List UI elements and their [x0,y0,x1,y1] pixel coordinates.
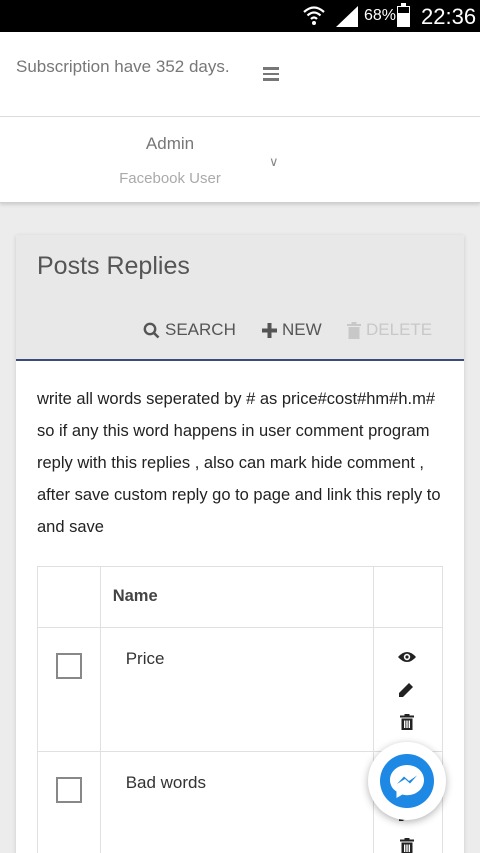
user-panel[interactable]: Admin Facebook User ∨ [0,117,480,203]
trash-icon[interactable] [400,714,415,730]
subscription-text: Subscription have 352 days. [16,57,230,76]
trash-icon[interactable] [400,838,415,853]
messenger-chat-button[interactable] [368,742,446,820]
row-checkbox[interactable] [56,653,82,679]
row-name: Bad words [125,773,207,792]
messenger-icon [380,754,434,808]
search-icon [143,322,160,338]
user-role: Facebook User [119,170,221,187]
trash-icon [347,321,361,339]
panel-header: Posts Replies SEARCH NEW DELETE [16,235,464,361]
table-header-row: Name [38,567,442,628]
signal-icon [336,6,358,27]
search-label: SEARCH [165,320,236,339]
battery-percent: 68% [364,7,397,24]
status-bar: 68% 22:36 [0,0,480,32]
help-text: write all words seperated by # as price#… [37,390,441,536]
pencil-icon[interactable] [398,682,414,698]
plus-icon [262,322,277,338]
header-actions-column [374,567,442,627]
row-name: Price [125,649,165,668]
clock: 22:36 [421,4,477,29]
column-header-name: Name [112,587,158,605]
page-title: Posts Replies [37,252,190,280]
battery-icon [397,3,410,27]
top-bar: Subscription have 352 days. [0,32,480,117]
delete-label: DELETE [366,320,433,339]
new-label: NEW [282,320,322,339]
table-row: Price [38,628,442,752]
chevron-down-icon[interactable]: ∨ [269,154,279,170]
eye-icon[interactable] [398,651,417,663]
delete-button[interactable]: DELETE [347,320,432,340]
wifi-icon [303,6,325,25]
header-select-column [38,567,101,627]
hamburger-menu-icon[interactable] [263,67,279,81]
user-name: Admin [145,134,195,153]
header-name-column: Name [101,567,375,627]
new-button[interactable]: NEW [262,320,322,340]
search-button[interactable]: SEARCH [143,320,236,340]
row-checkbox[interactable] [56,777,82,803]
